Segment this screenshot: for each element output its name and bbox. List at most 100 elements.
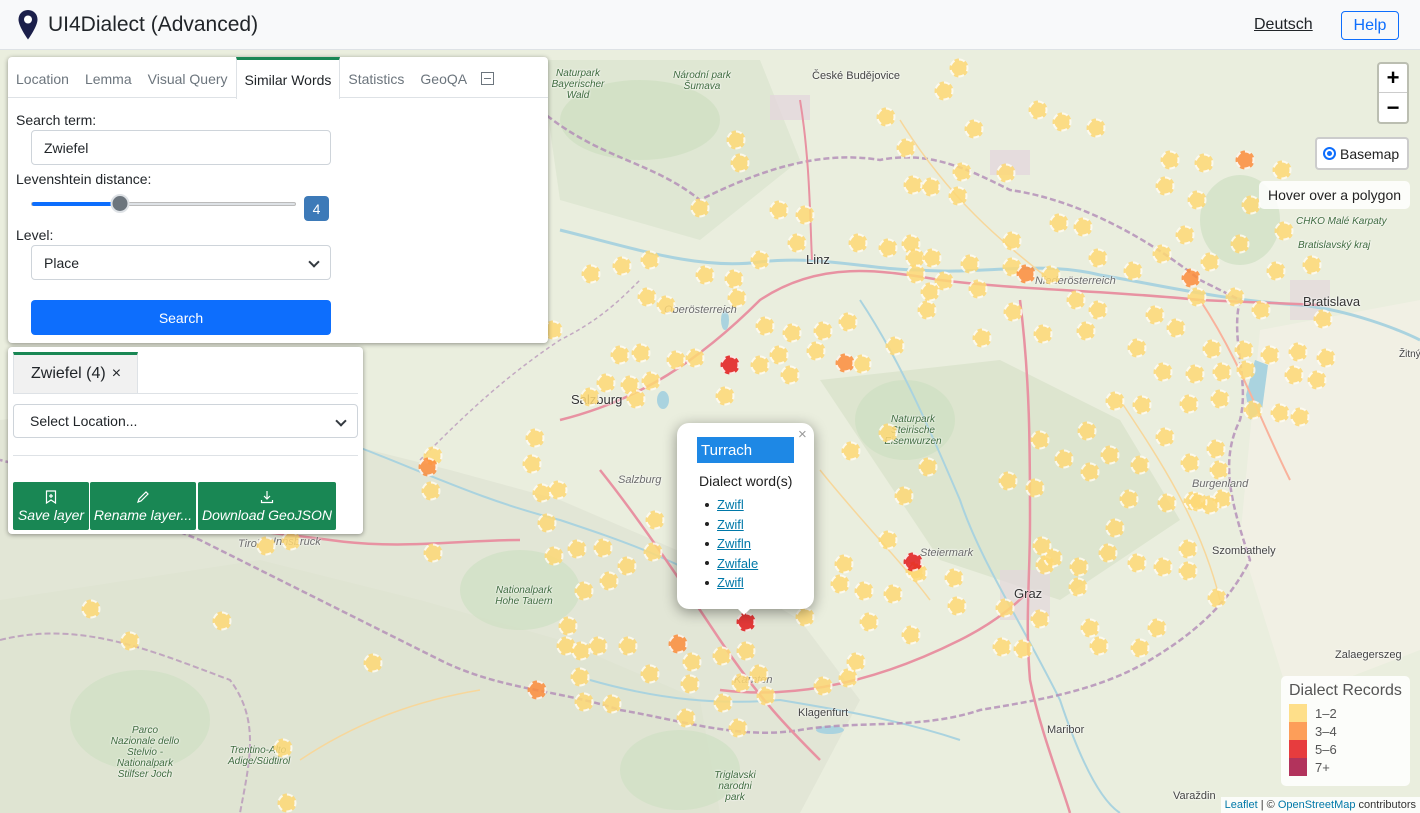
levenshtein-slider[interactable] <box>31 194 296 213</box>
location-marker[interactable] <box>1243 400 1263 420</box>
tab-geoqa[interactable]: GeoQA <box>412 58 475 99</box>
location-marker[interactable] <box>1086 118 1106 138</box>
location-marker[interactable] <box>273 738 293 758</box>
location-marker[interactable] <box>1160 150 1180 170</box>
location-marker[interactable] <box>1290 407 1310 427</box>
location-marker[interactable] <box>571 641 591 661</box>
location-marker[interactable] <box>645 510 665 530</box>
location-marker[interactable] <box>690 198 710 218</box>
location-marker[interactable] <box>1068 577 1088 597</box>
dialect-word-link[interactable]: Zwifl <box>717 575 744 590</box>
location-marker[interactable] <box>1241 195 1261 215</box>
zoom-out-button[interactable]: − <box>1379 93 1407 122</box>
dialect-word-link[interactable]: Zwifl <box>717 517 744 532</box>
location-marker[interactable] <box>917 300 937 320</box>
location-marker[interactable] <box>81 599 101 619</box>
location-marker[interactable] <box>1147 618 1167 638</box>
location-marker[interactable] <box>972 328 992 348</box>
location-marker[interactable] <box>1206 439 1226 459</box>
location-marker[interactable] <box>769 200 789 220</box>
location-marker[interactable] <box>1033 324 1053 344</box>
location-marker[interactable] <box>736 612 756 632</box>
location-marker[interactable] <box>423 543 443 563</box>
location-marker[interactable] <box>277 793 297 813</box>
location-marker[interactable] <box>1003 302 1023 322</box>
location-marker[interactable] <box>1054 449 1074 469</box>
location-marker[interactable] <box>1187 287 1207 307</box>
close-layer-icon[interactable]: × <box>112 365 121 383</box>
location-marker[interactable] <box>838 668 858 688</box>
location-marker[interactable] <box>813 321 833 341</box>
location-marker[interactable] <box>1230 234 1250 254</box>
location-marker[interactable] <box>1066 290 1086 310</box>
location-marker[interactable] <box>813 676 833 696</box>
location-marker[interactable] <box>695 265 715 285</box>
search-button[interactable]: Search <box>31 300 331 335</box>
location-marker[interactable] <box>676 708 696 728</box>
location-marker[interactable] <box>525 428 545 448</box>
location-marker[interactable] <box>602 694 622 714</box>
location-marker[interactable] <box>726 130 746 150</box>
location-marker[interactable] <box>1123 261 1143 281</box>
location-marker[interactable] <box>580 387 600 407</box>
location-marker[interactable] <box>421 481 441 501</box>
location-marker[interactable] <box>1212 362 1232 382</box>
dialect-word-link[interactable]: Zwifl <box>717 497 744 512</box>
location-marker[interactable] <box>724 269 744 289</box>
location-marker[interactable] <box>903 552 923 572</box>
location-marker[interactable] <box>685 348 705 368</box>
location-marker[interactable] <box>960 254 980 274</box>
location-marker[interactable] <box>418 457 438 477</box>
location-marker[interactable] <box>712 646 732 666</box>
location-marker[interactable] <box>680 674 700 694</box>
location-marker[interactable] <box>1236 360 1256 380</box>
tab-location[interactable]: Location <box>8 58 77 99</box>
location-marker[interactable] <box>1194 153 1214 173</box>
location-marker[interactable] <box>834 554 854 574</box>
location-marker[interactable] <box>787 233 807 253</box>
location-marker[interactable] <box>567 539 587 559</box>
location-marker[interactable] <box>1178 539 1198 559</box>
location-marker[interactable] <box>593 538 613 558</box>
location-marker[interactable] <box>637 287 657 307</box>
location-marker[interactable] <box>1080 618 1100 638</box>
location-marker[interactable] <box>574 581 594 601</box>
location-marker[interactable] <box>610 345 630 365</box>
location-marker[interactable] <box>1180 453 1200 473</box>
location-marker[interactable] <box>574 692 594 712</box>
download-geojson-button[interactable]: Download GeoJSON <box>198 482 336 530</box>
level-select[interactable]: Place <box>31 245 331 280</box>
location-marker[interactable] <box>906 264 926 284</box>
location-marker[interactable] <box>588 636 608 656</box>
location-marker[interactable] <box>1288 342 1308 362</box>
location-marker[interactable] <box>120 631 140 651</box>
location-marker[interactable] <box>1155 176 1175 196</box>
location-marker[interactable] <box>626 389 646 409</box>
location-marker[interactable] <box>1002 231 1022 251</box>
location-marker[interactable] <box>1098 543 1118 563</box>
search-term-input[interactable]: Zwiefel <box>31 130 331 165</box>
location-marker[interactable] <box>1270 403 1290 423</box>
location-marker[interactable] <box>715 386 735 406</box>
location-marker[interactable] <box>1153 362 1173 382</box>
location-marker[interactable] <box>1187 190 1207 210</box>
location-marker[interactable] <box>1202 339 1222 359</box>
location-marker[interactable] <box>1313 309 1333 329</box>
location-marker[interactable] <box>1049 213 1069 233</box>
location-marker[interactable] <box>921 177 941 197</box>
location-marker[interactable] <box>1030 609 1050 629</box>
location-marker[interactable] <box>920 282 940 302</box>
location-marker[interactable] <box>1188 492 1208 512</box>
location-marker[interactable] <box>968 279 988 299</box>
location-marker[interactable] <box>750 250 770 270</box>
location-marker[interactable] <box>1209 460 1229 480</box>
location-marker[interactable] <box>640 250 660 270</box>
location-marker[interactable] <box>730 153 750 173</box>
location-marker[interactable] <box>612 256 632 276</box>
location-marker[interactable] <box>944 568 964 588</box>
close-icon[interactable]: × <box>798 426 807 443</box>
zoom-in-button[interactable]: + <box>1379 64 1407 93</box>
tab-lemma[interactable]: Lemma <box>77 58 140 99</box>
tab-visual-query[interactable]: Visual Query <box>140 58 236 99</box>
location-marker[interactable] <box>952 162 972 182</box>
